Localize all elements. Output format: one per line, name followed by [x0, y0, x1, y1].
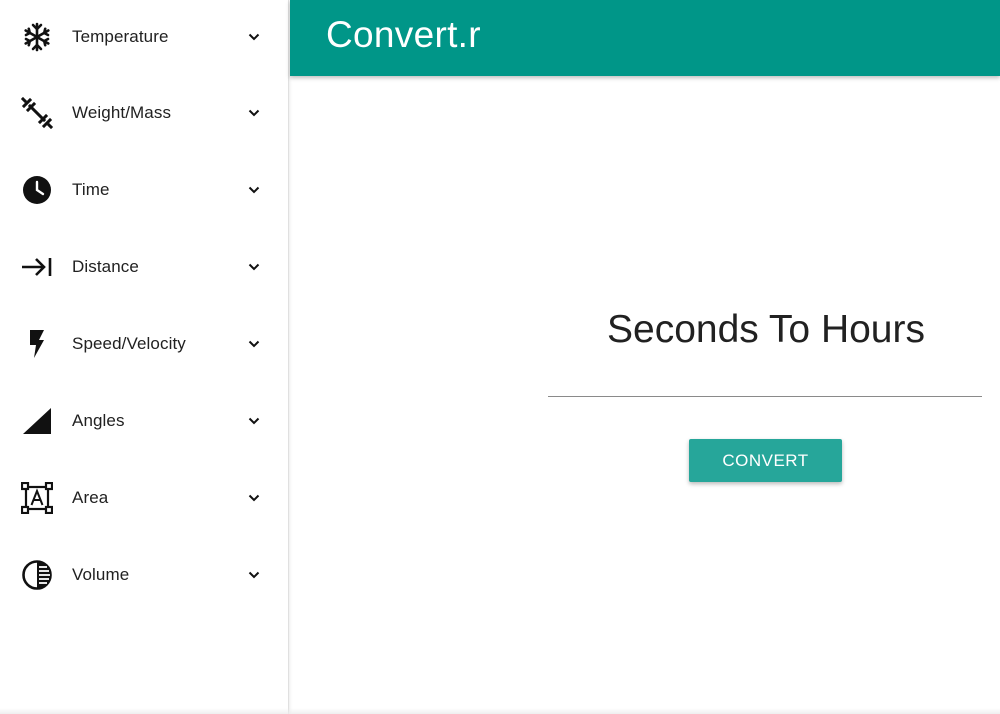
app-root: Temperature Weight/Mass Time Distance Sp… — [0, 0, 1000, 714]
value-input-wrapper — [548, 354, 982, 397]
sidebar-item-label: Volume — [72, 564, 130, 584]
half-circle-volume-icon — [20, 558, 54, 592]
sidebar-item-weight-mass[interactable]: Weight/Mass — [0, 74, 288, 151]
sidebar-item-label: Speed/Velocity — [72, 333, 186, 353]
sidebar-item-area[interactable]: Area — [0, 459, 288, 536]
chevron-down-icon[interactable] — [246, 29, 262, 45]
sidebar: Temperature Weight/Mass Time Distance Sp… — [0, 0, 289, 714]
area-text-box-icon — [20, 481, 54, 515]
chevron-down-icon[interactable] — [246, 336, 262, 352]
sidebar-item-volume[interactable]: Volume — [0, 536, 288, 613]
clock-icon — [20, 173, 54, 207]
triangle-angle-icon — [20, 404, 54, 438]
bottom-shadow — [0, 708, 1000, 714]
chevron-down-icon[interactable] — [246, 567, 262, 583]
sidebar-item-label: Time — [72, 179, 110, 199]
sidebar-item-label: Angles — [72, 410, 125, 430]
nav-list: Temperature Weight/Mass Time Distance Sp… — [0, 0, 288, 613]
sidebar-item-time[interactable]: Time — [0, 151, 288, 228]
main-content: Seconds To Hours CONVERT — [290, 76, 1000, 714]
snowflake-icon — [20, 20, 54, 54]
dumbbell-icon — [20, 96, 54, 130]
page-title: Seconds To Hours — [607, 308, 925, 352]
sidebar-item-speed-velocity[interactable]: Speed/Velocity — [0, 305, 288, 382]
sidebar-item-angles[interactable]: Angles — [0, 382, 288, 459]
sidebar-item-temperature[interactable]: Temperature — [0, 0, 288, 74]
chevron-down-icon[interactable] — [246, 105, 262, 121]
sidebar-item-label: Distance — [72, 256, 139, 276]
chevron-down-icon[interactable] — [246, 182, 262, 198]
lightning-icon — [20, 327, 54, 361]
sidebar-item-label: Weight/Mass — [72, 102, 172, 122]
value-input[interactable] — [548, 354, 982, 396]
convert-button[interactable]: CONVERT — [689, 439, 842, 482]
chevron-down-icon[interactable] — [246, 490, 262, 506]
chevron-down-icon[interactable] — [246, 259, 262, 275]
app-title: Convert.r — [326, 14, 481, 55]
sidebar-item-distance[interactable]: Distance — [0, 228, 288, 305]
sidebar-item-label: Area — [72, 487, 109, 507]
chevron-down-icon[interactable] — [246, 413, 262, 429]
arrow-to-line-icon — [20, 250, 54, 284]
app-header: Convert.r — [290, 0, 1000, 76]
sidebar-item-label: Temperature — [72, 27, 169, 46]
